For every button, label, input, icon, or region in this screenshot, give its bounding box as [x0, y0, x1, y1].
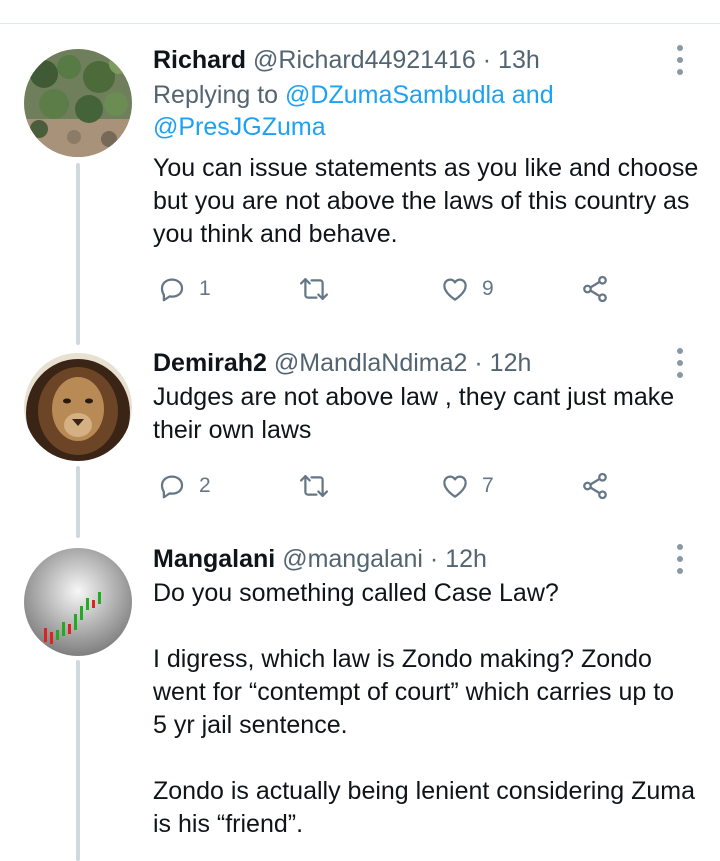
display-name[interactable]: Demirah2 [153, 349, 267, 377]
like-button[interactable]: 9 [440, 269, 494, 309]
tweet-text: You can issue statements as you like and… [153, 152, 708, 251]
retweet-button[interactable] [298, 466, 342, 506]
replying-to: Replying to @DZumaSambudla and @PresJGZu… [153, 79, 554, 143]
heart-icon [443, 475, 467, 498]
more-vertical-icon[interactable] [666, 348, 694, 378]
reply-count: 2 [199, 474, 211, 497]
tweet-actions: 2 7 [153, 466, 633, 506]
tweet-header: Richard @Richard44921416 · 13h [153, 45, 540, 75]
tweet-text: Do you something called Case Law? I digr… [153, 577, 708, 841]
tweet-text-line [153, 742, 708, 775]
share-button[interactable] [580, 269, 610, 309]
reply-count: 1 [199, 277, 211, 300]
avatar[interactable] [24, 49, 132, 157]
share-icon [583, 275, 607, 303]
reply-button[interactable]: 2 [157, 466, 211, 506]
tweet-header: Mangalani @mangalani · 12h [153, 544, 487, 574]
reply-button[interactable]: 1 [157, 269, 211, 309]
avatar[interactable] [24, 548, 132, 656]
user-handle[interactable]: @mangalani [282, 545, 423, 573]
timestamp[interactable]: 12h [445, 545, 487, 573]
more-vertical-icon[interactable] [666, 544, 694, 574]
share-icon [583, 472, 607, 500]
tweet-text-line: is his “friend”. [153, 810, 304, 838]
separator-dot: · [474, 349, 483, 377]
retweet-button[interactable] [298, 269, 342, 309]
user-handle[interactable]: @MandlaNdima2 [274, 349, 468, 377]
reply-icon [160, 475, 184, 499]
mention-link[interactable]: @DZumaSambudla [285, 81, 505, 109]
replying-to-prefix: Replying to [153, 81, 286, 109]
tweet-text-line: their own laws [153, 416, 312, 444]
tweet[interactable]: Demirah2 @MandlaNdima2 · 12h Judges are … [0, 348, 720, 518]
retweet-icon [299, 278, 329, 300]
tweet-text-line: Zondo is actually being lenient consider… [153, 777, 695, 805]
separator-dot: · [429, 545, 439, 573]
timestamp[interactable]: 13h [498, 46, 540, 74]
like-count: 7 [482, 474, 494, 497]
display-name[interactable]: Richard [153, 46, 246, 74]
retweet-icon [299, 475, 329, 497]
tweet-text-line: you think and behave. [153, 220, 398, 248]
avatar-image-candlestick-chart [24, 548, 132, 656]
share-button[interactable] [580, 466, 610, 506]
heart-icon [443, 278, 467, 301]
tweet[interactable]: Mangalani @mangalani · 12h Do you someth… [0, 544, 720, 861]
tweet-text-line: You can issue statements as you like and… [153, 154, 699, 182]
display-name[interactable]: Mangalani [153, 545, 275, 573]
timestamp[interactable]: 12h [490, 349, 532, 377]
like-count: 9 [482, 277, 494, 300]
avatar-image-lion [24, 353, 132, 461]
tweet-header: Demirah2 @MandlaNdima2 · 12h [153, 348, 531, 378]
tweet-text-line: I digress, which law is Zondo making? Zo… [153, 645, 652, 673]
tweet-text-line: went for “contempt of court” which carri… [153, 678, 675, 706]
tweet-text: Judges are not above law , they cant jus… [153, 381, 708, 447]
tweet-text-line: 5 yr jail sentence. [153, 711, 348, 739]
separator-dot: · [482, 46, 492, 74]
reply-icon [160, 278, 184, 302]
tweet[interactable]: Richard @Richard44921416 · 13h Replying … [0, 45, 720, 315]
replying-and[interactable]: and [505, 81, 554, 109]
top-divider [0, 23, 720, 24]
tweet-text-line [153, 610, 708, 643]
avatar[interactable] [24, 353, 132, 461]
user-handle[interactable]: @Richard44921416 [253, 46, 476, 74]
like-button[interactable]: 7 [440, 466, 494, 506]
avatar-image-plants [24, 49, 132, 157]
tweet-text-line: Do you something called Case Law? [153, 579, 559, 607]
more-vertical-icon[interactable] [666, 45, 694, 75]
mention-link[interactable]: @PresJGZuma [153, 113, 326, 141]
tweet-actions: 1 9 [153, 269, 633, 309]
tweet-text-line: Judges are not above law , they cant jus… [153, 383, 675, 411]
tweet-text-line: but you are not above the laws of this c… [153, 187, 690, 215]
